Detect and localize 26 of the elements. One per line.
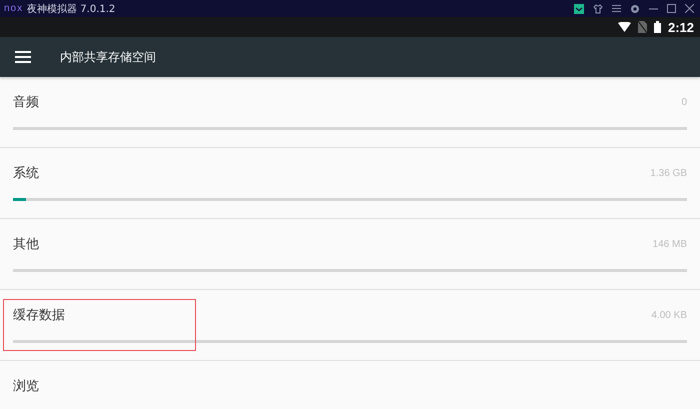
menu-icon[interactable] (612, 4, 621, 13)
storage-item[interactable]: 浏览 (0, 361, 700, 409)
maximize-icon[interactable] (667, 4, 676, 13)
wifi-icon (618, 22, 631, 32)
window-title: 夜神模拟器 7.0.1.2 (27, 2, 116, 16)
item-size: 0 (681, 96, 687, 108)
storage-item[interactable]: 系统 1.36 GB (0, 148, 700, 219)
item-label: 缓存数据 (13, 307, 65, 324)
storage-item[interactable]: 其他 146 MB (0, 219, 700, 290)
item-label: 浏览 (13, 378, 39, 395)
clock-time: 2:12 (668, 20, 694, 34)
item-label: 系统 (13, 165, 39, 182)
storage-item[interactable]: 音频 0 (0, 77, 700, 148)
item-size: 4.00 KB (651, 310, 687, 320)
close-icon[interactable] (685, 4, 694, 13)
item-label: 其他 (13, 236, 39, 253)
shirt-icon[interactable] (593, 4, 603, 14)
settings-icon[interactable] (630, 4, 640, 14)
no-sim-icon (638, 21, 647, 33)
battery-icon (654, 21, 661, 33)
item-label: 音频 (13, 94, 39, 111)
storage-item[interactable]: 缓存数据 4.00 KB (0, 290, 700, 361)
item-size: 1.36 GB (650, 168, 687, 178)
screen-title: 内部共享存储空间 (60, 48, 156, 66)
app-logo: nox (4, 3, 24, 14)
item-size: 146 MB (652, 238, 687, 250)
